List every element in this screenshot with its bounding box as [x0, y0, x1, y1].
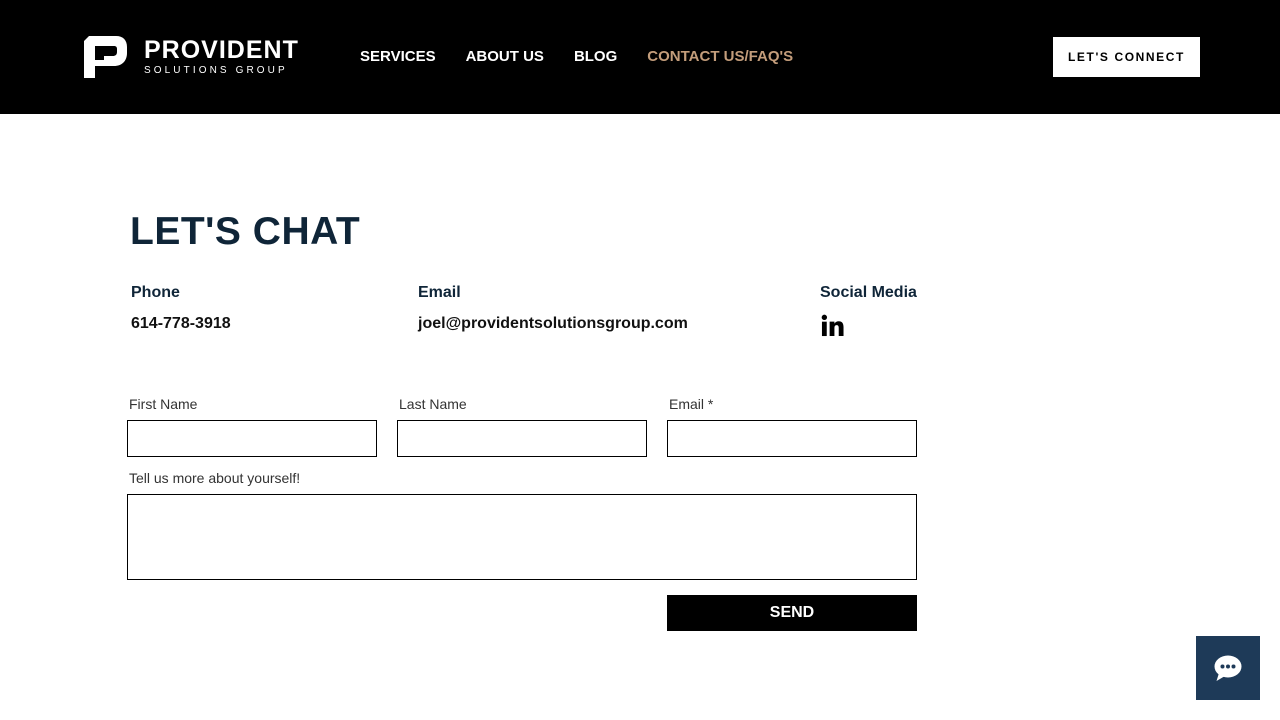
phone-value[interactable]: 614-778-3918: [131, 315, 231, 333]
message-textarea[interactable]: [127, 494, 917, 580]
message-label: Tell us more about yourself!: [129, 470, 301, 486]
brand-logo[interactable]: PROVIDENT SOLUTIONS GROUP: [84, 36, 299, 78]
provident-logo-icon: [84, 36, 127, 78]
nav-item-blog[interactable]: BLOG: [574, 48, 617, 66]
email-label: Email *: [669, 396, 714, 412]
nav-item-about-us[interactable]: ABOUT US: [466, 48, 544, 66]
send-button[interactable]: SEND: [667, 595, 917, 631]
logo-subtitle: SOLUTIONS GROUP: [144, 64, 288, 76]
email-input[interactable]: [667, 420, 917, 457]
last-name-input[interactable]: [397, 420, 647, 457]
page-title: LET'S CHAT: [130, 210, 361, 253]
social-media-heading: Social Media: [820, 284, 917, 301]
chat-bubble-icon: [1214, 655, 1242, 681]
chat-widget-button[interactable]: [1196, 636, 1260, 700]
main-nav: SERVICES ABOUT US BLOG CONTACT US/FAQ'S: [360, 48, 823, 66]
nav-item-contact-faq[interactable]: CONTACT US/FAQ'S: [647, 48, 793, 66]
lets-connect-button[interactable]: LET'S CONNECT: [1053, 37, 1200, 77]
first-name-input[interactable]: [127, 420, 377, 457]
site-header: PROVIDENT SOLUTIONS GROUP SERVICES ABOUT…: [0, 0, 1280, 114]
logo-title: PROVIDENT: [144, 35, 299, 64]
phone-heading: Phone: [131, 284, 180, 301]
last-name-label: Last Name: [399, 396, 467, 412]
email-heading: Email: [418, 284, 461, 301]
nav-item-services[interactable]: SERVICES: [360, 48, 436, 66]
linkedin-icon[interactable]: [821, 314, 844, 337]
email-value[interactable]: joel@providentsolutionsgroup.com: [418, 315, 688, 333]
first-name-label: First Name: [129, 396, 198, 412]
